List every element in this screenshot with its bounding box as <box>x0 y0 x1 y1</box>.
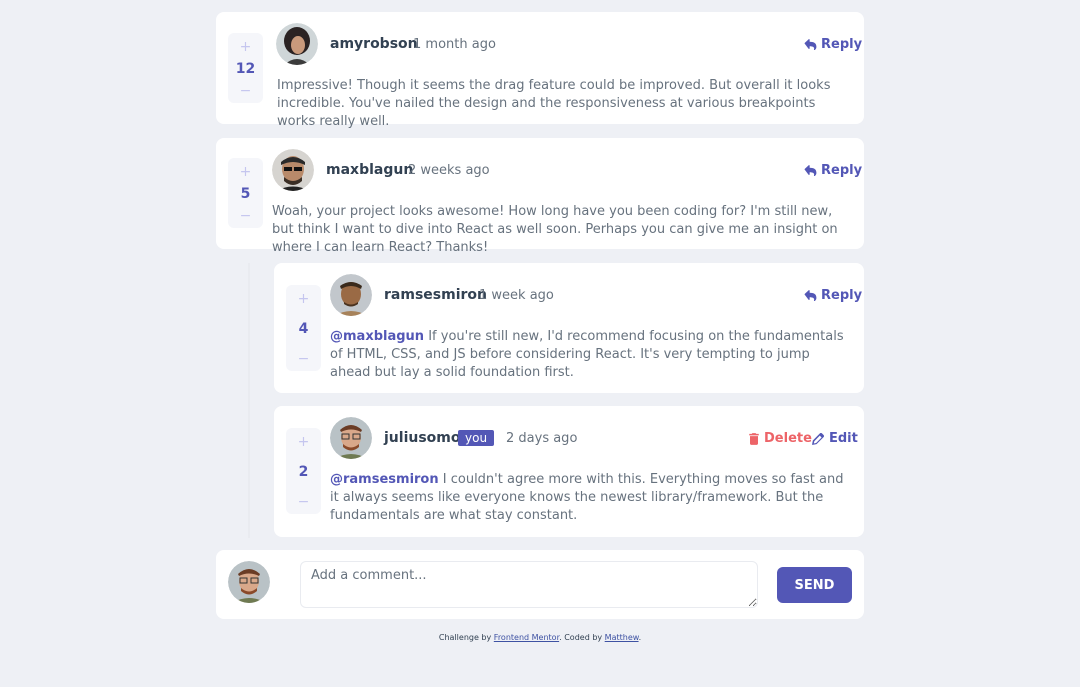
timestamp: 2 days ago <box>506 431 578 446</box>
comment-input[interactable] <box>300 561 758 608</box>
current-user-avatar <box>228 561 270 603</box>
timestamp: 1 week ago <box>479 288 554 303</box>
reply-button[interactable]: Reply <box>804 288 862 303</box>
score: 12 <box>235 61 256 77</box>
username[interactable]: juliusomo <box>384 430 461 446</box>
avatar <box>330 417 372 459</box>
username[interactable]: ramsesmiron <box>384 287 487 303</box>
reply-icon <box>804 39 817 50</box>
delete-label: Delete <box>764 431 812 446</box>
score: 2 <box>298 464 309 480</box>
downvote-button[interactable]: − <box>298 494 310 510</box>
upvote-button[interactable]: + <box>298 291 310 307</box>
downvote-button[interactable]: − <box>240 208 252 224</box>
vote-box: + 12 − <box>228 33 263 103</box>
you-badge: you <box>458 430 495 446</box>
vote-box: + 4 − <box>286 285 321 371</box>
reply-label: Reply <box>821 288 863 303</box>
reply-button[interactable]: Reply <box>804 37 862 52</box>
score: 5 <box>240 186 251 202</box>
attribution: Challenge by Frontend Mentor. Coded by M… <box>0 633 1080 642</box>
downvote-button[interactable]: − <box>298 351 310 367</box>
upvote-button[interactable]: + <box>240 164 252 180</box>
upvote-button[interactable]: + <box>298 434 310 450</box>
delete-button[interactable]: Delete <box>749 431 812 446</box>
username[interactable]: amyrobson <box>330 36 418 52</box>
avatar <box>272 149 314 191</box>
timestamp: 1 month ago <box>413 37 496 52</box>
edit-label: Edit <box>829 431 858 446</box>
reply-icon <box>804 290 817 301</box>
attribution-suffix: . <box>638 633 642 642</box>
reply-text: @ramsesmiron I couldn't agree more with … <box>330 471 852 525</box>
avatar <box>330 274 372 316</box>
author-link[interactable]: Matthew <box>605 633 639 642</box>
username[interactable]: maxblagun <box>326 162 413 178</box>
downvote-button[interactable]: − <box>240 83 252 99</box>
timestamp: 2 weeks ago <box>408 163 490 178</box>
reply-label: Reply <box>821 37 863 52</box>
attribution-prefix: Challenge by <box>438 633 492 642</box>
upvote-button[interactable]: + <box>240 39 252 55</box>
comment-text: Impressive! Though it seems the drag fea… <box>277 78 831 129</box>
vote-box: + 5 − <box>228 158 263 228</box>
attribution-middle: . Coded by <box>559 633 603 642</box>
reply-card-own: + 2 − juliusomo you 2 days ago Delete Ed… <box>274 406 864 537</box>
comment-text: Woah, your project looks awesome! How lo… <box>272 204 838 255</box>
reply-button[interactable]: Reply <box>804 163 862 178</box>
score: 4 <box>298 321 309 337</box>
mention-link[interactable]: @ramsesmiron <box>330 472 439 487</box>
edit-button[interactable]: Edit <box>812 431 858 446</box>
reply-card: + 4 − ramsesmiron 1 week ago Reply @maxb… <box>274 263 864 393</box>
reply-thread-line <box>248 263 250 538</box>
mention-link[interactable]: @maxblagun <box>330 329 424 344</box>
reply-text: @maxblagun If you're still new, I'd reco… <box>330 328 852 382</box>
vote-box: + 2 − <box>286 428 321 514</box>
send-button[interactable]: SEND <box>777 567 852 603</box>
trash-icon <box>749 432 759 445</box>
comment-card: + 12 − amyrobson 1 month ago Reply Impre… <box>216 12 864 129</box>
frontend-mentor-link[interactable]: Frontend Mentor <box>494 633 559 642</box>
pencil-icon <box>812 432 824 445</box>
reply-icon <box>804 165 817 176</box>
avatar <box>276 23 318 65</box>
reply-label: Reply <box>821 163 863 178</box>
comment-card: + 5 − maxblagun 2 weeks ago Reply Woah, … <box>216 138 864 255</box>
